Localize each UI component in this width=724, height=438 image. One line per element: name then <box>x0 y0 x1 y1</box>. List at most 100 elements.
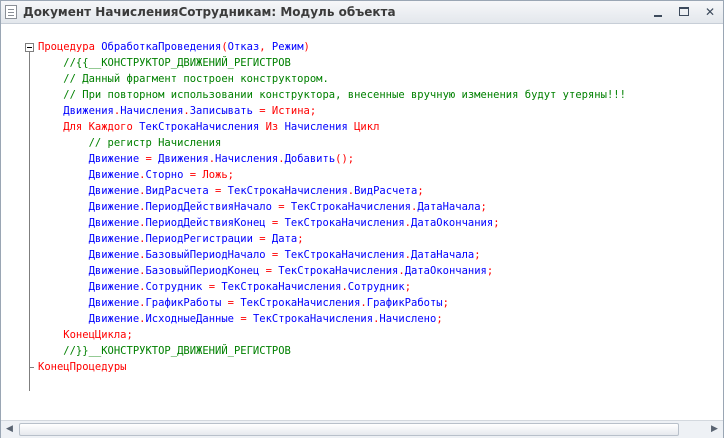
code-keyword: ; <box>297 233 304 245</box>
code-keyword: = <box>221 297 241 309</box>
code-identifier: ПериодДействияНачало <box>145 201 272 213</box>
scroll-thumb[interactable] <box>19 423 679 436</box>
code-keyword: = <box>252 233 272 245</box>
code-identifier: ТекСтрокаНачисления <box>139 121 260 133</box>
fold-guide-line <box>29 48 30 391</box>
code-line[interactable]: Движение.ИсходныеДанные = ТекСтрокаНачис… <box>38 311 626 327</box>
code-line[interactable]: Движение.ПериодДействияНачало = ТекСтрок… <box>38 199 626 215</box>
code-identifier: ПериодРегистрации <box>145 233 253 245</box>
code-identifier: Движение <box>38 281 140 293</box>
code-line[interactable]: Движение = Движения.Начисления.Добавить(… <box>38 151 626 167</box>
code-identifier: Движение <box>38 217 140 229</box>
code-keyword: = <box>139 153 159 165</box>
code-identifier: Начисления <box>120 105 184 117</box>
code-keyword: ; <box>493 217 500 229</box>
code-identifier: ТекСтрокаНачисления <box>284 249 405 261</box>
code-keyword: = <box>208 185 228 197</box>
code-line[interactable]: Движение.БазовыйПериодКонец = ТекСтрокаН… <box>38 263 626 279</box>
code-identifier: Движение <box>38 185 140 197</box>
code-line[interactable]: Движение.Сторно = Ложь; <box>38 167 626 183</box>
code-keyword: ; <box>442 297 449 309</box>
code-line[interactable]: //}}__КОНСТРУКТОР_ДВИЖЕНИЙ_РЕГИСТРОВ <box>38 343 626 359</box>
minimize-button[interactable] <box>649 3 667 21</box>
code-line[interactable]: КонецПроцедуры <box>38 359 626 375</box>
code-comment: //{{__КОНСТРУКТОР_ДВИЖЕНИЙ_РЕГИСТРОВ <box>38 57 291 69</box>
collapse-procedure-icon[interactable] <box>25 43 34 52</box>
code-keyword: (); <box>335 153 355 165</box>
code-line[interactable]: Движение.ПериодРегистрации = Дата; <box>38 231 626 247</box>
code-identifier: Движение <box>38 249 140 261</box>
title-bar[interactable]: Документ НачисленияСотрудникам: Модуль о… <box>1 1 723 24</box>
code-keyword: = <box>265 217 285 229</box>
code-keyword: Из <box>259 121 285 133</box>
code-keyword: Цикл <box>347 121 380 133</box>
code-keyword: ; <box>436 313 443 325</box>
code-keyword: = <box>234 313 253 325</box>
code-editor[interactable]: Процедура ОбработкаПроведения(Отказ, Реж… <box>1 24 723 419</box>
code-keyword: = <box>271 201 291 213</box>
code-identifier: ТекСтрокаНачисления <box>278 265 399 277</box>
code-identifier: Начислено <box>379 313 437 325</box>
code-identifier: ИсходныеДанные <box>145 313 234 325</box>
code-line[interactable]: КонецЦикла; <box>38 327 626 343</box>
code-line[interactable]: Движение.ВидРасчета = ТекСтрокаНачислени… <box>38 183 626 199</box>
code-identifier: Начисления <box>215 153 279 165</box>
minimize-icon <box>654 15 662 17</box>
code-identifier: Движение <box>38 169 140 181</box>
code-identifier: Движения <box>38 105 114 117</box>
fold-guide-end <box>29 367 34 368</box>
code-line[interactable]: Движение.Сотрудник = ТекСтрокаНачисления… <box>38 279 626 295</box>
code-keyword: ) <box>303 41 310 53</box>
code-identifier: ТекСтрокаНачисления <box>284 217 405 229</box>
scroll-right-icon[interactable]: ▶ <box>706 421 723 438</box>
code-identifier: Движение <box>38 153 140 165</box>
close-button[interactable]: ✕ <box>701 3 719 21</box>
code-keyword: ; <box>404 281 412 293</box>
code-keyword: = Ложь; <box>183 169 234 181</box>
code-identifier: Сторно <box>145 169 184 181</box>
code-identifier: Дата <box>271 233 298 245</box>
code-identifier: БазовыйПериодНачало <box>145 249 266 261</box>
code-comment: // Данный фрагмент построен конструкторо… <box>38 73 329 85</box>
code-line[interactable]: //{{__КОНСТРУКТОР_ДВИЖЕНИЙ_РЕГИСТРОВ <box>38 55 626 71</box>
code-identifier: ДатаОкончания <box>404 265 487 277</box>
code-identifier: ДатаНачала <box>411 249 475 261</box>
code-keyword: ; <box>417 185 424 197</box>
code-line[interactable]: Движение.ПериодДействияКонец = ТекСтрока… <box>38 215 626 231</box>
code-identifier: ДатаОкончания <box>411 217 494 229</box>
code-keyword: КонецПроцедуры <box>38 361 127 373</box>
code-identifier: Движение <box>38 313 140 325</box>
code-identifier: Начисления <box>284 121 348 133</box>
code-identifier: БазовыйПериодКонец <box>145 265 260 277</box>
code-line[interactable]: Для Каждого ТекСтрокаНачисления Из Начис… <box>38 119 626 135</box>
code-identifier: ГрафикРаботы <box>366 297 443 309</box>
code-line[interactable]: Движения.Начисления.Записывать = Истина; <box>38 103 626 119</box>
code-identifier: ВидРасчета <box>145 185 209 197</box>
code-keyword: = <box>265 249 285 261</box>
code-identifier: Записывать <box>189 105 253 117</box>
scroll-left-icon[interactable]: ◀ <box>1 421 18 438</box>
code-identifier: Движение <box>38 297 140 309</box>
code-identifier: ТекСтрокаНачисления <box>290 201 411 213</box>
code-comment: // При повторном использовании конструкт… <box>38 89 626 101</box>
code-identifier: Движение <box>38 201 140 213</box>
code-identifier: ТекСтрокаНачисления <box>227 185 348 197</box>
code-keyword: = Истина; <box>252 105 317 117</box>
code-line[interactable]: Движение.БазовыйПериодНачало = ТекСтрока… <box>38 247 626 263</box>
horizontal-scrollbar[interactable]: ◀ ▶ <box>1 420 723 438</box>
code-line[interactable]: Движение.ГрафикРаботы = ТекСтрокаНачисле… <box>38 295 626 311</box>
code-keyword: ; <box>480 201 487 213</box>
code-identifier: Движения <box>158 153 209 165</box>
window-title: Документ НачисленияСотрудникам: Модуль о… <box>23 5 396 19</box>
code-line[interactable]: // При повторном использовании конструкт… <box>38 87 626 103</box>
code-line[interactable]: // Данный фрагмент построен конструкторо… <box>38 71 626 87</box>
code-keyword: = <box>202 281 222 293</box>
code-identifier: ГрафикРаботы <box>145 297 222 309</box>
code-line[interactable]: Процедура ОбработкаПроведения(Отказ, Реж… <box>38 39 626 55</box>
maximize-button[interactable] <box>675 3 693 21</box>
code-line[interactable]: // регистр Начисления <box>38 135 626 151</box>
code-identifier: ПериодДействияКонец <box>145 217 266 229</box>
code-identifier: Сотрудник <box>145 281 203 293</box>
code-text[interactable]: Процедура ОбработкаПроведения(Отказ, Реж… <box>38 39 626 375</box>
code-comment: // регистр Начисления <box>38 137 222 149</box>
